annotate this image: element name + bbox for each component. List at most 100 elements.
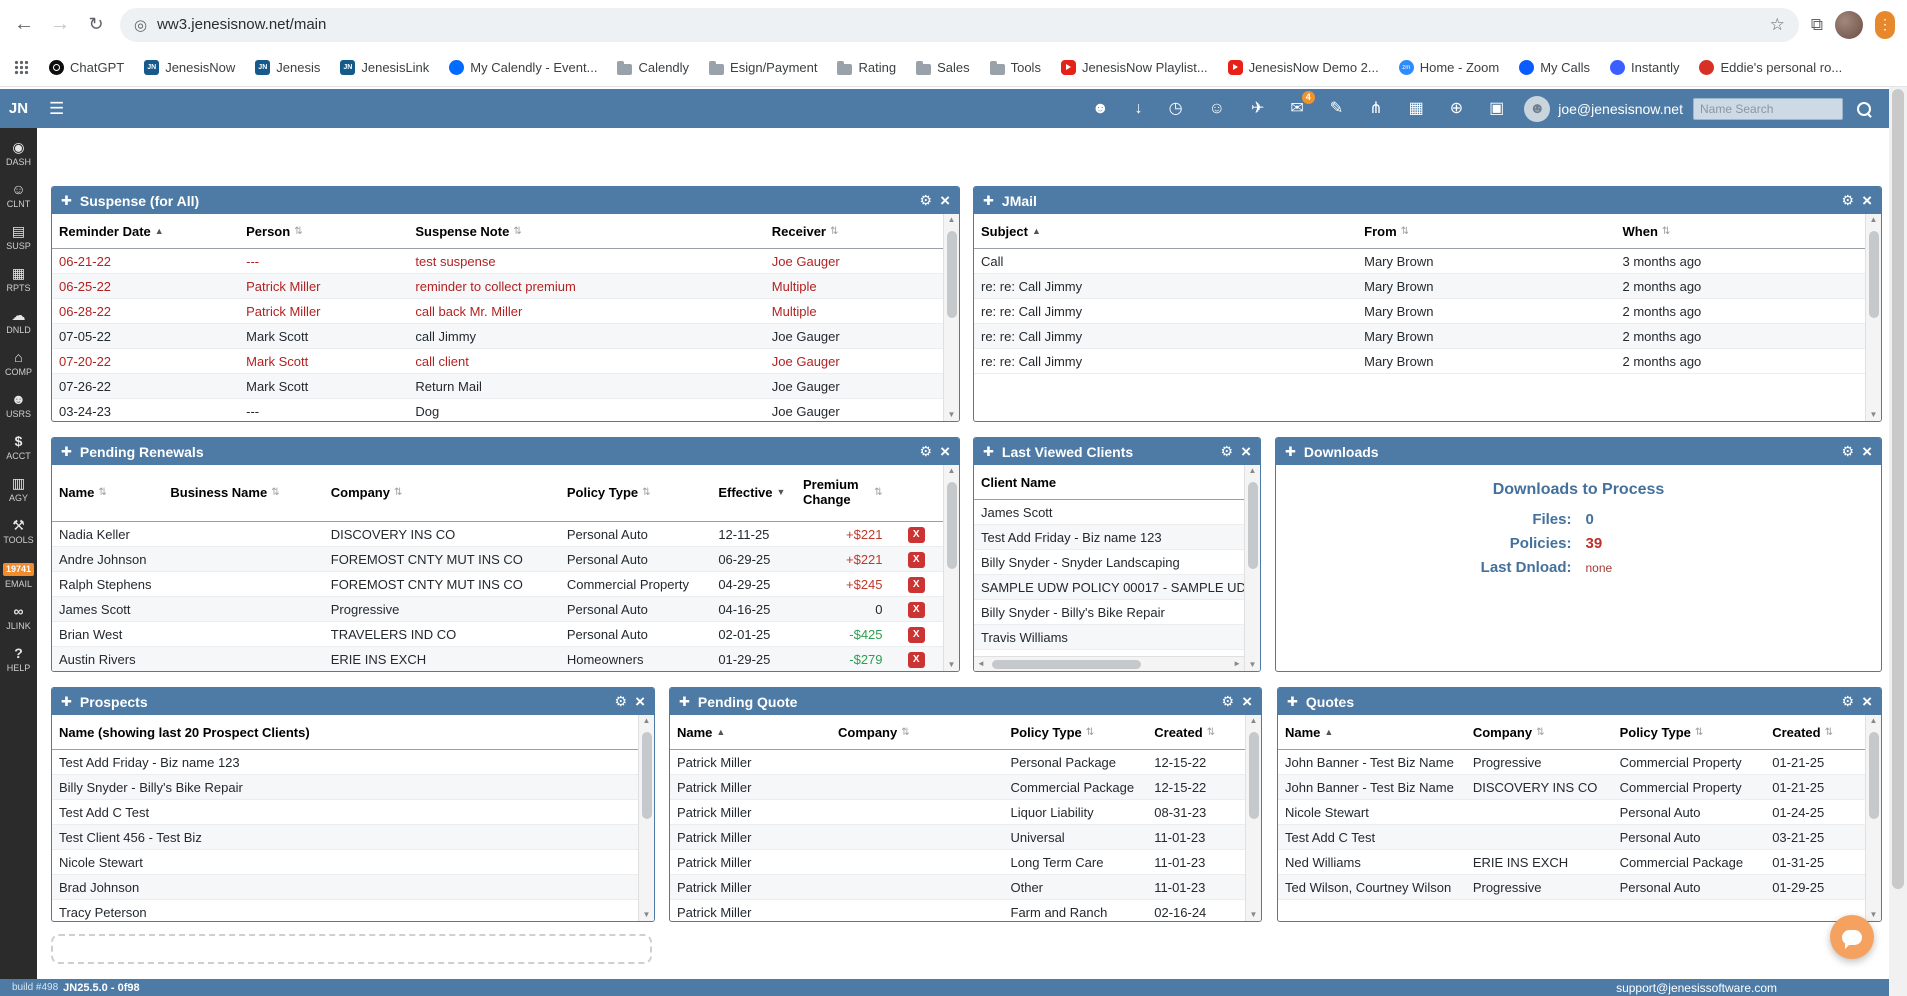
client-row[interactable]: Test Add Friday - Biz name 123 — [974, 525, 1244, 550]
quote-row[interactable]: Nicole Stewart Personal Auto 01-24-25 — [1278, 800, 1865, 825]
downloads-widget-header[interactable]: Downloads — [1276, 438, 1881, 465]
sidebar-item-email[interactable]: 19741 EMAIL — [0, 552, 37, 596]
sidebar-item-dnld[interactable]: DNLD — [0, 300, 37, 342]
renewal-row[interactable]: Brian West TRAVELERS IND CO Personal Aut… — [52, 622, 943, 647]
scroll-thumb[interactable] — [1869, 732, 1879, 819]
bookmark-item[interactable]: JenesisNow Demo 2... — [1228, 60, 1379, 75]
column-header[interactable]: Name — [1278, 725, 1466, 740]
renewal-row[interactable]: Andre Johnson FOREMOST CNTY MUT INS CO P… — [52, 547, 943, 572]
chat-bubble-button[interactable] — [1830, 915, 1874, 959]
hamburger-menu-icon[interactable] — [49, 99, 64, 119]
quotes-widget-header[interactable]: Quotes — [1278, 688, 1881, 715]
support-email[interactable]: support@jenesissoftware.com — [1616, 981, 1777, 995]
bookmark-item[interactable]: JenesisNow — [144, 60, 235, 75]
prospects-widget-header[interactable]: Prospects — [52, 688, 654, 715]
column-header[interactable]: Created — [1147, 725, 1245, 740]
column-header[interactable]: Policy Type — [560, 486, 711, 501]
column-header[interactable]: Premium Change — [796, 478, 890, 508]
scroll-left-icon[interactable]: ◄ — [977, 660, 985, 668]
document-icon[interactable] — [1330, 100, 1343, 118]
extensions-icon[interactable] — [1811, 15, 1823, 35]
sidebar-item-susp[interactable]: SUSP — [0, 216, 37, 258]
jmail-widget-header[interactable]: JMail — [974, 187, 1881, 214]
scroll-up-icon[interactable]: ▲ — [1249, 467, 1257, 475]
scroll-thumb[interactable] — [642, 732, 652, 819]
vertical-scrollbar[interactable]: ▲▼ — [943, 214, 959, 421]
sidebar-item-agy[interactable]: AGY — [0, 468, 37, 510]
column-header[interactable]: Created — [1765, 725, 1865, 740]
delete-renewal-button[interactable]: X — [908, 577, 925, 593]
last-viewed-widget-header[interactable]: Last Viewed Clients — [974, 438, 1260, 465]
move-icon[interactable] — [679, 694, 690, 710]
move-icon[interactable] — [61, 444, 72, 460]
suspense-row[interactable]: 07-20-22 Mark Scott call client Joe Gaug… — [52, 349, 943, 374]
scroll-up-icon[interactable]: ▲ — [643, 717, 651, 725]
prospect-row[interactable]: Test Add C Test — [52, 800, 638, 825]
search-icon[interactable] — [1855, 100, 1873, 118]
column-header[interactable]: Reminder Date — [52, 224, 239, 239]
column-header[interactable]: Policy Type — [1004, 725, 1148, 740]
close-icon[interactable] — [940, 192, 950, 210]
bookmark-item[interactable]: My Calendly - Event... — [449, 60, 597, 75]
gear-icon[interactable] — [920, 444, 933, 460]
delete-renewal-button[interactable]: X — [908, 652, 925, 668]
bookmark-star-icon[interactable] — [1770, 15, 1785, 35]
back-button[interactable] — [12, 13, 36, 36]
scroll-up-icon[interactable]: ▲ — [1870, 216, 1878, 224]
pending-renewals-widget-header[interactable]: Pending Renewals — [52, 438, 959, 465]
prospect-row[interactable]: Brad Johnson — [52, 875, 638, 900]
sidebar-item-tools[interactable]: TOOLS — [0, 510, 37, 552]
forward-button[interactable] — [48, 13, 72, 36]
url-text[interactable]: ww3.jenesisnow.net/main — [157, 16, 1760, 33]
vertical-scrollbar[interactable]: ▲▼ — [943, 465, 959, 671]
quote-row[interactable]: Ned Williams ERIE INS EXCH Commercial Pa… — [1278, 850, 1865, 875]
suspense-row[interactable]: 06-21-22 --- test suspense Joe Gauger — [52, 249, 943, 274]
column-header[interactable]: When — [1616, 224, 1865, 239]
vertical-scrollbar[interactable]: ▲▼ — [1865, 715, 1881, 921]
address-bar[interactable]: ww3.jenesisnow.net/main — [120, 8, 1799, 42]
move-icon[interactable] — [1285, 444, 1296, 460]
column-header[interactable]: Client Name — [974, 475, 1244, 490]
bookmark-item[interactable]: Instantly — [1610, 60, 1679, 75]
bookmark-item[interactable]: Tools — [990, 60, 1041, 75]
column-header[interactable]: Receiver — [765, 224, 943, 239]
jmail-row[interactable]: Call Mary Brown 3 months ago — [974, 249, 1865, 274]
user-email[interactable]: joe@jenesisnow.net — [1558, 101, 1683, 117]
delete-renewal-button[interactable]: X — [908, 627, 925, 643]
renewal-row[interactable]: Austin Rivers ERIE INS EXCH Homeowners 0… — [52, 647, 943, 671]
close-icon[interactable] — [1242, 693, 1252, 711]
renewal-row[interactable]: Nadia Keller DISCOVERY INS CO Personal A… — [52, 522, 943, 547]
browser-menu-icon[interactable] — [1875, 11, 1895, 39]
close-icon[interactable] — [940, 443, 950, 461]
bookmark-item[interactable]: Rating — [837, 60, 896, 75]
reload-button[interactable] — [84, 13, 108, 36]
scroll-thumb[interactable] — [992, 660, 1141, 669]
close-icon[interactable] — [1862, 192, 1872, 210]
pending-quote-row[interactable]: Patrick Miller Personal Package 12-15-22 — [670, 750, 1245, 775]
scroll-thumb[interactable] — [1249, 732, 1259, 819]
client-row[interactable]: Billy Snyder - Snyder Landscaping — [974, 550, 1244, 575]
column-header[interactable]: Name — [52, 486, 163, 501]
prospect-row[interactable]: Billy Snyder - Billy's Bike Repair — [52, 775, 638, 800]
bookmark-item[interactable]: Eddie's personal ro... — [1699, 60, 1842, 75]
close-icon[interactable] — [635, 693, 645, 711]
jmail-row[interactable]: re: re: Call Jimmy Mary Brown 2 months a… — [974, 299, 1865, 324]
pending-quote-row[interactable]: Patrick Miller Liquor Liability 08-31-23 — [670, 800, 1245, 825]
bookmark-item[interactable]: JenesisLink — [340, 60, 429, 75]
sidebar-item-comp[interactable]: COMP — [0, 342, 37, 384]
scroll-down-icon[interactable]: ▼ — [948, 411, 956, 419]
bookmark-item[interactable]: Home - Zoom — [1399, 60, 1499, 75]
name-search-input[interactable] — [1693, 98, 1843, 120]
calendar-icon[interactable] — [1409, 100, 1424, 118]
suspense-row[interactable]: 03-24-23 --- Dog Joe Gauger — [52, 399, 943, 421]
client-row[interactable]: Billy Snyder - Billy's Bike Repair — [974, 600, 1244, 625]
gear-icon[interactable] — [1222, 694, 1235, 710]
prospect-row[interactable]: Test Add Friday - Biz name 123 — [52, 750, 638, 775]
app-logo[interactable]: JN — [0, 100, 37, 117]
column-header[interactable]: Company — [831, 725, 1004, 740]
scroll-down-icon[interactable]: ▼ — [1250, 911, 1258, 919]
pending-quote-row[interactable]: Patrick Miller Other 11-01-23 — [670, 875, 1245, 900]
scroll-thumb[interactable] — [1869, 231, 1879, 318]
column-header[interactable]: From — [1357, 224, 1615, 239]
column-header[interactable]: Person — [239, 224, 408, 239]
